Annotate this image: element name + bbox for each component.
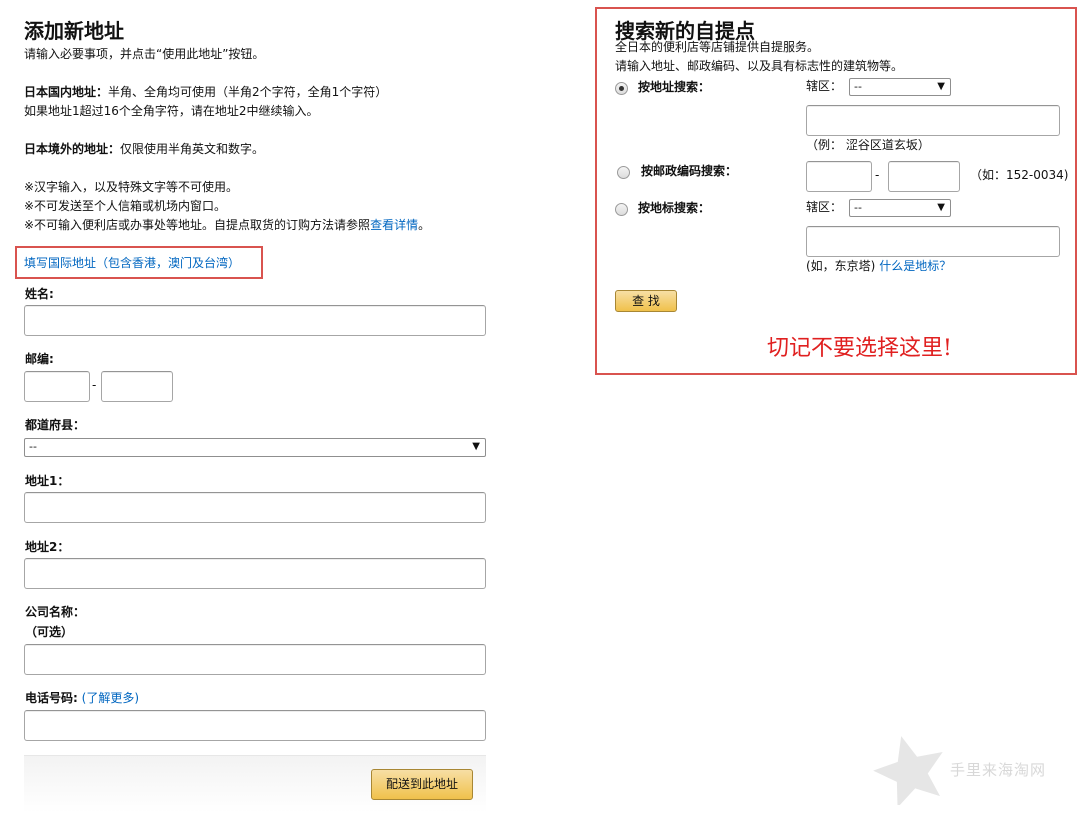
prefecture-label: 都道府县： bbox=[25, 418, 86, 432]
name-input[interactable] bbox=[24, 305, 486, 336]
region-select-2-value: -- bbox=[854, 201, 862, 214]
note-convenience: ※不可输入便利店或办事处等地址。自提点取货的订购方法请参照查看详情。 bbox=[24, 216, 430, 235]
note-kanji: ※汉字输入，以及特殊文字等不可使用。 bbox=[24, 180, 239, 194]
search-by-zip-radio[interactable] bbox=[617, 166, 630, 179]
domestic-address-note2: 如果地址1超过16个全角字符，请在地址2中继续输入。 bbox=[24, 104, 319, 118]
address2-label: 地址2： bbox=[25, 540, 70, 554]
region-select-2[interactable]: -- ▼ bbox=[849, 199, 951, 217]
name-label: 姓名: bbox=[25, 287, 54, 301]
warning-text: 切记不要选择这里! bbox=[767, 336, 952, 361]
company-input[interactable] bbox=[24, 644, 486, 675]
prefecture-select[interactable]: -- ▼ bbox=[24, 438, 486, 457]
phone-input[interactable] bbox=[24, 710, 486, 741]
zip-example: （如：152-0034) bbox=[970, 168, 1069, 182]
zip-dash: - bbox=[92, 378, 97, 392]
company-label: 公司名称： bbox=[25, 605, 86, 619]
note-convenience-end: 。 bbox=[418, 218, 431, 232]
note-convenience-text: ※不可输入便利店或办事处等地址。自提点取货的订购方法请参照 bbox=[24, 218, 371, 232]
chevron-down-icon: ▼ bbox=[937, 81, 945, 92]
domestic-address-label: 日本国内地址： bbox=[24, 85, 109, 99]
region-select-value: -- bbox=[854, 80, 862, 93]
pickup-zip-dash: - bbox=[875, 168, 880, 182]
chevron-down-icon: ▼ bbox=[937, 202, 945, 213]
search-by-address-label: 按地址搜索： bbox=[638, 80, 711, 94]
add-address-subtitle: 请输入必要事项，并点击“使用此地址”按钮。 bbox=[24, 47, 265, 61]
region-label-2: 辖区： bbox=[806, 200, 843, 214]
overseas-address-note: 日本境外的地址：仅限使用半角英文和数字。 bbox=[24, 140, 264, 159]
ship-to-this-address-button[interactable]: 配送到此地址 bbox=[371, 769, 473, 800]
search-by-zip-label: 按邮政编码搜索： bbox=[641, 164, 738, 178]
pickup-desc-2: 请输入地址、邮政编码、以及具有标志性的建筑物等。 bbox=[615, 59, 904, 73]
domestic-address-note: 日本国内地址：半角、全角均可使用（半角2个字符，全角1个字符） bbox=[24, 83, 387, 102]
zip-input-second[interactable] bbox=[101, 371, 173, 402]
search-button[interactable]: 查 找 bbox=[615, 290, 677, 312]
note-pobox: ※不可发送至个人信箱或机场内窗口。 bbox=[24, 199, 227, 213]
prefecture-select-value: -- bbox=[29, 440, 37, 453]
domestic-address-text: 半角、全角均可使用（半角2个字符，全角1个字符） bbox=[108, 85, 388, 99]
zip-label: 邮编: bbox=[25, 352, 54, 366]
pickup-desc-1: 全日本的便利店等店铺提供自提服务。 bbox=[615, 40, 820, 54]
address1-label: 地址1： bbox=[25, 474, 70, 488]
landmark-example: (如，东京塔) bbox=[806, 259, 876, 273]
chevron-down-icon: ▼ bbox=[472, 441, 480, 452]
watermark-text: 手里来海淘网 bbox=[950, 761, 1047, 779]
phone-label-row: 电话号码: (了解更多) bbox=[25, 689, 139, 706]
zip-input-first[interactable] bbox=[24, 371, 90, 402]
phone-link-close: ) bbox=[134, 691, 140, 705]
add-address-title: 添加新地址 bbox=[24, 19, 124, 43]
international-address-link[interactable]: 填写国际地址（包含香港，澳门及台湾） bbox=[24, 254, 240, 273]
phone-label: 电话号码: bbox=[25, 691, 78, 705]
learn-more-link[interactable]: 了解更多 bbox=[86, 691, 134, 705]
search-by-landmark-radio[interactable] bbox=[615, 203, 628, 216]
address2-input[interactable] bbox=[24, 558, 486, 589]
what-is-landmark-link[interactable]: 什么是地标？ bbox=[879, 259, 951, 273]
region-label: 辖区： bbox=[806, 79, 843, 93]
overseas-address-text: 仅限使用半角英文和数字。 bbox=[120, 142, 265, 156]
landmark-example-row: (如，东京塔) 什么是地标？ bbox=[806, 257, 951, 276]
view-details-link[interactable]: 查看详情 bbox=[370, 218, 418, 232]
address-search-input[interactable] bbox=[806, 105, 1060, 136]
company-optional-label: （可选） bbox=[25, 625, 74, 639]
overseas-address-label: 日本境外的地址： bbox=[24, 142, 121, 156]
address-example: （例： 涩谷区道玄坂） bbox=[806, 138, 930, 152]
region-select[interactable]: -- ▼ bbox=[849, 78, 951, 96]
pickup-zip-input-first[interactable] bbox=[806, 161, 872, 192]
address1-input[interactable] bbox=[24, 492, 486, 523]
search-by-landmark-label: 按地标搜索： bbox=[638, 201, 711, 215]
pickup-zip-input-second[interactable] bbox=[888, 161, 960, 192]
landmark-search-input[interactable] bbox=[806, 226, 1060, 257]
star-watermark-icon bbox=[873, 736, 943, 805]
search-by-address-radio[interactable] bbox=[615, 82, 628, 95]
